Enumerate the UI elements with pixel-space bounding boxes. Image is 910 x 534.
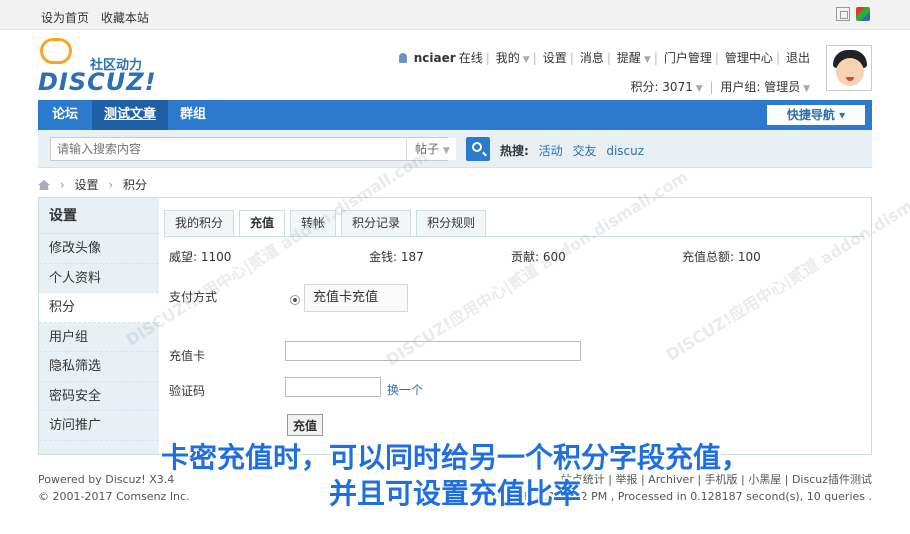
menu-reminders[interactable]: 提醒 (617, 51, 641, 65)
card-input[interactable] (285, 341, 581, 361)
chevron-down-icon[interactable]: ▼ (693, 84, 703, 94)
search-scope-label: 帖子 (415, 142, 440, 156)
breadcrumb-credits: 积分 (122, 178, 147, 192)
chevron-down-icon: ▾ (839, 108, 846, 122)
chevron-down-icon[interactable]: ▼ (800, 84, 810, 94)
search-scope-select[interactable]: 帖子 ▼ (406, 138, 456, 160)
sidebar-item-profile[interactable]: 个人资料 (39, 264, 159, 293)
top-tools (836, 7, 870, 21)
powered-by: Powered by Discuz! X3.4 (38, 473, 175, 486)
captcha-input[interactable] (285, 377, 381, 397)
tab-divider (164, 236, 864, 237)
usergroup-link[interactable]: 用户组: 管理员 (720, 80, 800, 94)
site-logo[interactable]: 社区动力 DISCUZ! (38, 38, 158, 96)
menu-portal-admin[interactable]: 门户管理 (664, 51, 712, 65)
sidebar-item-avatar[interactable]: 修改头像 (39, 234, 159, 264)
search-bar: 帖子 ▼ 热搜: 活动 交友 discuz (38, 130, 872, 168)
tab-recharge[interactable]: 充值 (239, 210, 286, 237)
bookmark-link[interactable]: 收藏本站 (101, 11, 149, 25)
user-info: nciaer 在线 | 我的 ▼ | 设置 | 消息 | 提醒 ▼ | 门户管理 | 管理中心 | 退出 积分: … (396, 49, 810, 95)
quick-nav-button[interactable]: 快捷导航 ▾ (767, 105, 865, 125)
tab-transfer[interactable]: 转帐 (290, 210, 337, 236)
color-theme-icon[interactable] (856, 7, 870, 21)
chevron-down-icon[interactable]: ▼ (644, 55, 651, 65)
nav-item-test-articles[interactable]: 测试文章 (92, 100, 169, 130)
hot-term[interactable]: 活动 (539, 144, 563, 158)
menu-my[interactable]: 我的 (496, 51, 520, 65)
chevron-right-icon: › (108, 178, 114, 192)
search-icon (472, 142, 482, 152)
card-label: 充值卡 (169, 349, 206, 363)
sidebar-item-promotion[interactable]: 访问推广 (39, 411, 159, 441)
username-link[interactable]: nciaer (414, 51, 456, 65)
fullscreen-icon[interactable] (836, 7, 850, 21)
stat-recharge-total: 充值总额: 100 (682, 250, 761, 264)
hot-term[interactable]: 交友 (572, 144, 596, 158)
stat-contribution: 贡献: 600 (511, 250, 566, 264)
menu-messages[interactable]: 消息 (580, 51, 604, 65)
credit-stats: 威望: 1100 金钱: 187 贡献: 600 充值总额: 100 (169, 248, 859, 264)
hot-search-label: 热搜: (500, 144, 529, 158)
main-nav: 论坛 测试文章 群组 快捷导航 ▾ (38, 100, 872, 130)
sidebar-item-privacy[interactable]: 隐私筛选 (39, 352, 159, 382)
hot-search: 热搜: 活动 交友 discuz (500, 142, 644, 159)
online-status: 在线 (458, 51, 483, 65)
sidebar-item-usergroup[interactable]: 用户组 (39, 323, 159, 352)
stat-prestige: 威望: 1100 (169, 250, 232, 264)
tab-credit-log[interactable]: 积分记录 (341, 210, 412, 236)
copyright: © 2001-2017 Comsenz Inc. (38, 490, 190, 503)
home-icon[interactable] (38, 180, 50, 190)
footer-timing: GMT+8, 2017-... 2 PM , Processed in 0.12… (486, 490, 872, 503)
set-homepage-link[interactable]: 设为首页 (41, 11, 89, 25)
sidebar-title: 设置 (39, 198, 159, 234)
breadcrumb: › 设置 › 积分 (38, 176, 147, 193)
logo-text: DISCUZ! (38, 68, 157, 96)
sidebar-item-password[interactable]: 密码安全 (39, 382, 159, 411)
menu-logout[interactable]: 退出 (786, 51, 810, 65)
footer-left: Powered by Discuz! X3.4 © 2001-2017 Coms… (38, 471, 190, 505)
menu-settings[interactable]: 设置 (543, 51, 567, 65)
settings-panel: 设置 修改头像 个人资料 积分 用户组 隐私筛选 密码安全 访问推广 我的积分 … (38, 197, 872, 455)
sidebar-item-credits[interactable]: 积分 (39, 293, 160, 323)
nav-item-groups[interactable]: 群组 (168, 100, 218, 130)
quick-nav-label: 快捷导航 (786, 108, 835, 122)
payment-option[interactable]: 充值卡充值 (304, 284, 408, 312)
footer-right: 站点统计 | 举报 | Archiver | 手机版 | 小黑屋 | Discu… (487, 471, 872, 505)
captcha-label: 验证码 (169, 384, 206, 398)
tab-credit-rules[interactable]: 积分规则 (416, 210, 487, 236)
menu-admin-center[interactable]: 管理中心 (725, 51, 773, 65)
search-input[interactable] (50, 137, 448, 161)
credits-link[interactable]: 积分: 3071 (630, 80, 692, 94)
logo-bubble-icon (40, 38, 72, 64)
top-links: 设为首页 收藏本站 (41, 9, 157, 26)
search-button[interactable] (466, 137, 490, 161)
nav-item-forum[interactable]: 论坛 (40, 100, 90, 130)
breadcrumb-settings[interactable]: 设置 (74, 178, 98, 192)
chevron-down-icon[interactable]: ▼ (523, 55, 530, 65)
credits-tabs: 我的积分 充值 转帐 积分记录 积分规则 (159, 210, 487, 237)
payment-radio[interactable] (290, 295, 300, 305)
settings-sidebar: 设置 修改头像 个人资料 积分 用户组 隐私筛选 密码安全 访问推广 (39, 198, 160, 454)
top-utility-bar: 设为首页 收藏本站 (0, 0, 910, 30)
refresh-captcha-link[interactable]: 换一个 (387, 381, 423, 398)
tab-my-credits[interactable]: 我的积分 (164, 210, 235, 236)
stat-money: 金钱: 187 (369, 250, 424, 264)
avatar[interactable] (826, 45, 872, 91)
recharge-submit-button[interactable]: 充值 (287, 414, 323, 436)
hot-term[interactable]: discuz (606, 144, 644, 158)
user-icon (398, 53, 407, 63)
footer-links[interactable]: 站点统计 | 举报 | Archiver | 手机版 | 小黑屋 | Discu… (487, 471, 872, 488)
payment-method-label: 支付方式 (169, 290, 218, 304)
chevron-right-icon: › (59, 178, 65, 192)
chevron-down-icon: ▼ (442, 146, 450, 156)
